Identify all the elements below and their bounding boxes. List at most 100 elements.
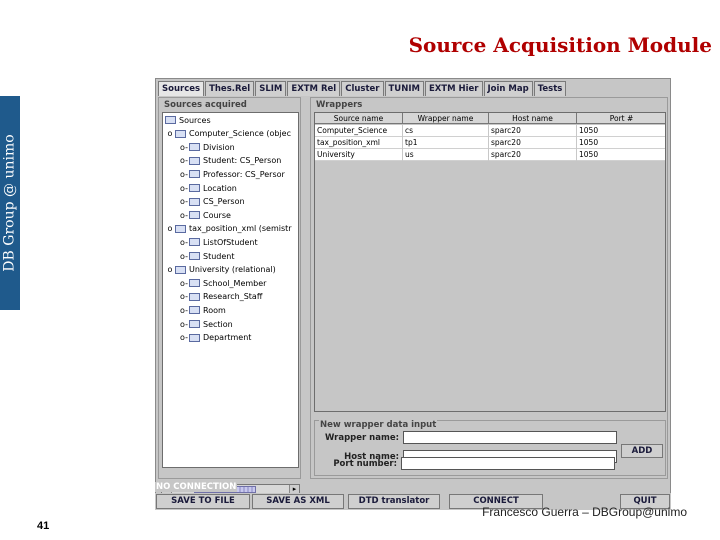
tab-tests[interactable]: Tests [533,81,567,96]
tree-node[interactable]: Sources [165,114,211,126]
tree-node[interactable]: o- Student: CS_Person [179,155,281,167]
port-number-label: Port number: [333,459,397,469]
footer-credit: Francesco Guerra – DBGroup@unimo [482,505,687,519]
tab-extm-rel[interactable]: EXTM Rel [287,81,341,96]
tree-node-label: Room [203,305,226,315]
tree-node[interactable]: o- Room [179,304,226,316]
table-cell: sparc20 [489,125,577,137]
tree-collapsed-handle-icon[interactable]: o- [179,279,189,288]
tree-node-label: tax_position_xml (semistr [189,224,292,234]
tab-thes-rel[interactable]: Thes.Rel [205,81,255,96]
tree-node-label: Professor: CS_Persor [203,169,285,179]
tree-node[interactable]: o- ListOfStudent [179,236,258,248]
tab-tunim[interactable]: TUNIM [384,81,424,96]
tree-node-label: Department [203,333,252,343]
tree-node[interactable]: o- Research_Staff [179,291,262,303]
add-button[interactable]: ADD [621,444,663,458]
slide-title: Source Acquisition Module [408,33,712,57]
folder-icon [175,224,186,233]
tree-node-label: Location [203,183,237,193]
folder-icon [189,320,200,328]
table-cell: tax_position_xml [315,137,403,149]
column-header-wrapper-name[interactable]: Wrapper name [403,113,489,124]
tree-node-label: CS_Person [203,197,245,207]
tab-join-map[interactable]: Join Map [483,81,533,96]
tree-node-label: Student: CS_Person [203,156,282,166]
tree-node-label: Computer_Science (objec [189,129,291,139]
tree-node[interactable]: o- Student [179,250,234,262]
tab-slim[interactable]: SLIM [255,81,287,96]
tree-expanded-handle-icon[interactable]: o [165,265,175,274]
port-number-input[interactable] [401,457,615,470]
folder-icon [189,184,200,192]
tree-node[interactable]: o- CS_Person [179,196,245,208]
tree-node-label: School_Member [203,278,267,288]
table-row[interactable]: tax_position_xml tp1 sparc20 1050 [315,137,665,149]
column-header-source-name[interactable]: Source name [315,113,403,124]
page-number: 41 [37,520,50,532]
table-cell: Computer_Science [315,125,403,137]
folder-icon [189,306,200,315]
table-cell: University [315,149,403,161]
tab-bar: Sources Thes.Rel SLIM EXTM Rel Cluster T… [158,81,567,96]
tree-node-label: Research_Staff [203,292,263,302]
table-cell: 1050 [577,137,665,149]
table-cell: 1050 [577,149,665,161]
folder-icon [189,197,200,206]
folder-icon [189,279,200,288]
tree-collapsed-handle-icon[interactable]: o- [179,184,189,193]
sources-panel-title: Sources acquired [163,100,248,110]
connection-status: NO CONNECTION [155,482,238,492]
wrappers-panel: Wrappers Source name Wrapper name Host n… [310,97,668,479]
tab-extm-hier[interactable]: EXTM Hier [424,81,483,96]
folder-icon [189,143,200,152]
tree-collapsed-handle-icon[interactable]: o- [179,197,189,206]
folder-icon [189,252,200,260]
tree-node[interactable]: o- School_Member [179,277,266,289]
tab-sources[interactable]: Sources [158,81,205,96]
new-wrapper-title: New wrapper data input [319,420,438,430]
tree-node[interactable]: o University (relational) [165,264,276,276]
tree-collapsed-handle-icon[interactable]: o- [179,238,189,247]
sources-tree[interactable]: Sources o Computer_Science (objec o- Divisio… [162,112,299,468]
tree-node-label: Division [203,142,235,152]
tab-cluster[interactable]: Cluster [341,81,384,96]
tree-node[interactable]: o- Section [179,318,233,330]
tree-collapsed-handle-icon[interactable]: o- [179,333,189,342]
tree-node[interactable]: o Computer_Science (objec [165,128,291,140]
tree-collapsed-handle-icon[interactable]: o- [179,211,189,220]
tree-node[interactable]: o tax_position_xml (semistr [165,223,292,235]
tree-node[interactable]: o- Location [179,182,237,194]
table-cell: sparc20 [489,149,577,161]
tree-collapsed-handle-icon[interactable]: o- [179,292,189,301]
folder-icon [189,211,200,220]
tree-node-label: ListOfStudent [203,237,258,247]
tree-collapsed-handle-icon[interactable]: o- [179,306,189,315]
tree-collapsed-handle-icon[interactable]: o- [179,320,189,329]
save-to-file-button[interactable]: SAVE TO FILE [156,494,250,509]
tree-collapsed-handle-icon[interactable]: o- [179,156,189,165]
column-header-port[interactable]: Port # [577,113,665,124]
tree-collapsed-handle-icon[interactable]: o- [179,252,189,261]
tree-node[interactable]: o- Division [179,141,235,153]
table-row[interactable]: University us sparc20 1050 [315,149,665,161]
tree-collapsed-handle-icon[interactable]: o- [179,170,189,179]
table-row[interactable]: Computer_Science cs sparc20 1050 [315,125,665,137]
tree-collapsed-handle-icon[interactable]: o- [179,143,189,152]
wrappers-panel-title: Wrappers [315,100,364,110]
tree-expanded-handle-icon[interactable]: o [165,224,175,233]
tree-node[interactable]: o- Department [179,332,251,344]
save-as-xml-button[interactable]: SAVE AS XML [252,494,344,509]
column-header-host-name[interactable]: Host name [489,113,577,124]
tree-node[interactable]: o- Course [179,209,231,221]
folder-icon [165,116,176,124]
tree-node-label: Section [203,319,233,329]
tree-node-label: Course [203,210,231,220]
folder-icon [189,156,200,165]
tree-expanded-handle-icon[interactable]: o [165,129,175,138]
table-cell: tp1 [403,137,489,149]
tree-node[interactable]: o- Professor: CS_Persor [179,168,285,180]
folder-icon [175,129,186,138]
dtd-translator-button[interactable]: DTD translator [348,494,440,509]
wrapper-name-input[interactable] [403,431,617,444]
